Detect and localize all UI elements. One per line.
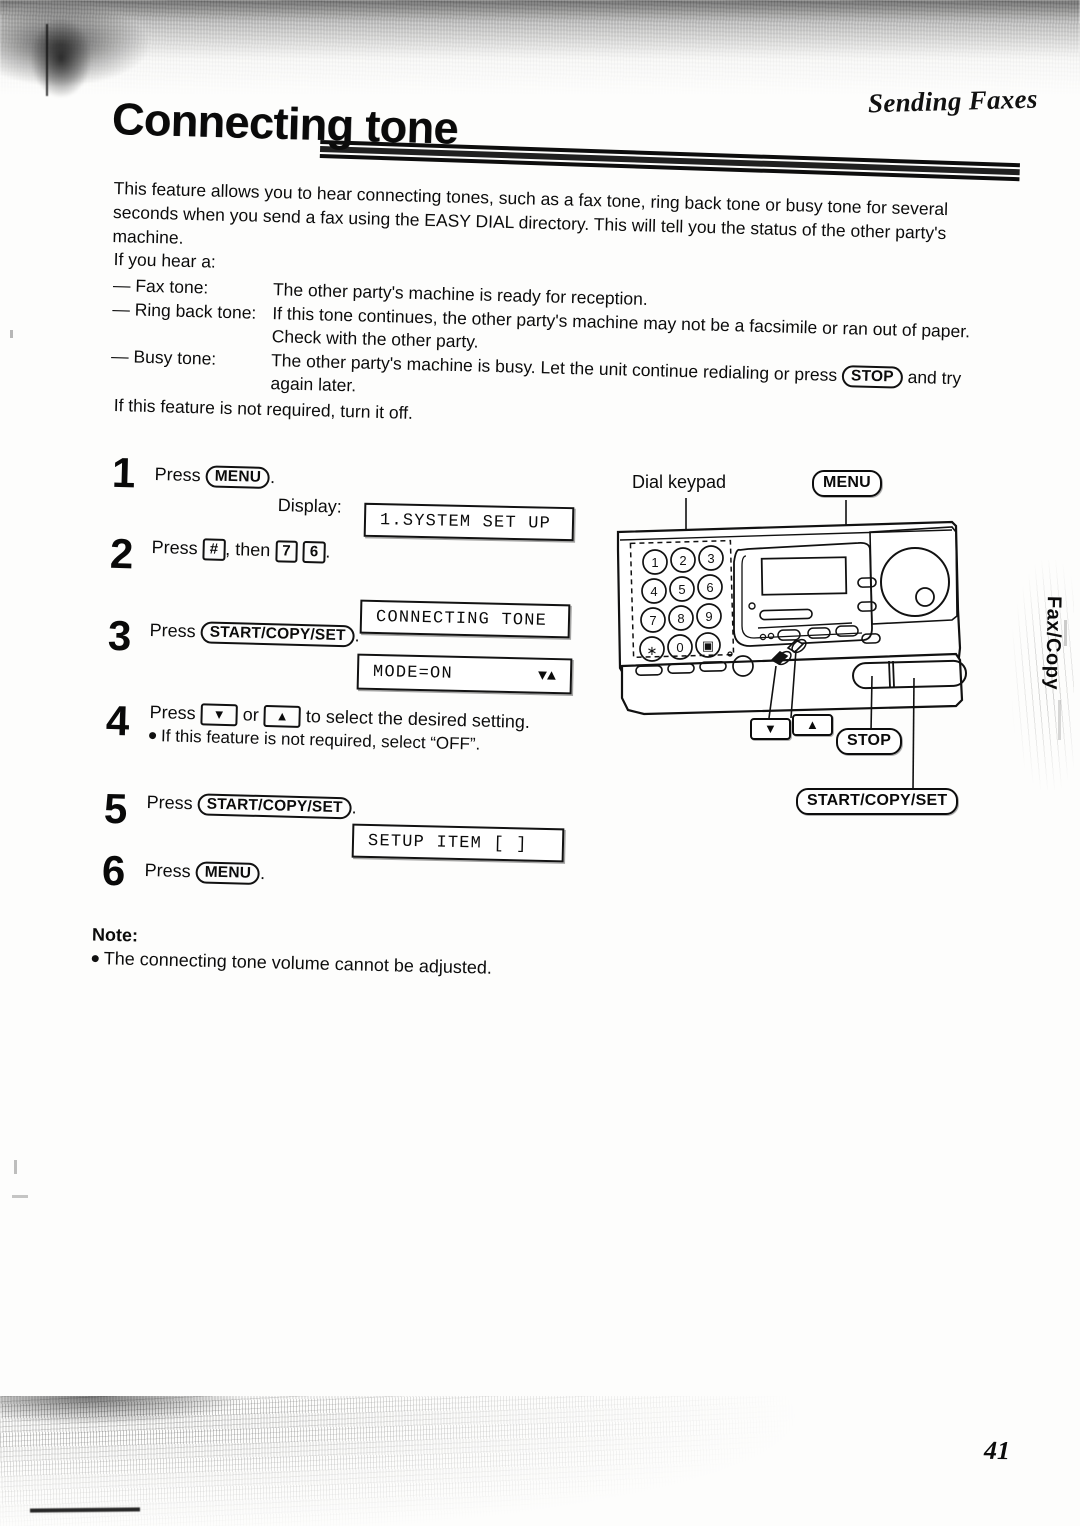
tone-label: — Fax tone: [112, 274, 209, 298]
lcd-text: MODE=ON [372, 662, 454, 684]
scan-bottom-bar-artifact [29, 1507, 141, 1513]
menu-key[interactable]: MENU [205, 465, 271, 490]
note-heading: Note: [91, 924, 139, 946]
period: . [354, 625, 360, 646]
step-text-3: Press START/COPY/SET. [149, 618, 360, 648]
svg-text:7: 7 [649, 613, 656, 628]
bullet-dot-icon [91, 954, 99, 963]
lcd-screen-4: SETUP ITEM [ ] [351, 823, 565, 863]
note-bullet: The connecting tone volume cannot be adj… [91, 948, 492, 979]
stop-key-inline[interactable]: STOP [841, 365, 904, 389]
tone-label: — Busy tone: [110, 345, 217, 369]
period: . [269, 467, 276, 488]
fax-machine-diagram: Dial keypad MENU 1 2 3 4 5 6 7 8 9 ∗ 0 ▣… [600, 470, 1030, 830]
tone-list: If you hear a: — Fax tone: The other par… [110, 248, 1023, 416]
svg-text:2: 2 [679, 553, 686, 568]
svg-text:3: 3 [707, 551, 714, 566]
menu-key[interactable]: MENU [195, 861, 261, 886]
svg-text:∗: ∗ [647, 643, 658, 658]
tone-desc-tail: and try [907, 366, 962, 389]
step-number-3: 3 [107, 611, 132, 660]
up-arrow-callout: ▲ [792, 714, 834, 736]
svg-text:9: 9 [705, 609, 712, 624]
press-word: Press [154, 463, 201, 486]
lcd-text: CONNECTING TONE [375, 607, 548, 631]
edge-fleck [1058, 700, 1061, 740]
or-word: or [242, 704, 260, 725]
step-number-6: 6 [101, 846, 126, 895]
step-number-2: 2 [109, 529, 134, 578]
manual-page: Sending Faxes Connecting tone This featu… [0, 0, 1080, 1526]
svg-text:5: 5 [678, 582, 685, 597]
press-word: Press [146, 791, 193, 814]
scan-noise-bottom-edge [0, 1396, 1080, 1526]
side-tab-fax-copy: Fax/Copy [1041, 595, 1065, 691]
scan-smudge-artifact [22, 8, 100, 108]
start-copy-set-key[interactable]: START/COPY/SET [197, 793, 352, 820]
page-number: 41 [983, 1435, 1011, 1466]
svg-text:8: 8 [677, 611, 684, 626]
lcd-text: 1.SYSTEM SET UP [379, 510, 552, 534]
press-word: Press [149, 701, 196, 724]
title-underline-rule [319, 140, 1020, 185]
step-number-5: 5 [103, 784, 128, 833]
svg-text:0: 0 [676, 640, 683, 655]
scan-noise-top-edge [0, 0, 1080, 95]
step-number-4: 4 [105, 696, 130, 745]
edge-fleck [10, 330, 13, 338]
step-text-4: Press ▼ or ▲ to select the desired setti… [148, 700, 531, 758]
tone-label: — Ring back tone: [112, 298, 257, 323]
hash-key[interactable]: # [202, 538, 226, 561]
edge-fleck [14, 1160, 17, 1174]
svg-text:1: 1 [651, 555, 658, 570]
period: . [351, 797, 357, 818]
edge-fleck [12, 1195, 28, 1198]
bullet-dot-icon [148, 731, 157, 740]
chapter-label: Sending Faxes [867, 83, 1039, 119]
digit-7-key[interactable]: 7 [274, 540, 299, 563]
start-copy-set-callout: START/COPY/SET [796, 788, 959, 815]
scan-smudge-streak [46, 24, 48, 96]
step-text-5: Press START/COPY/SET. [146, 790, 357, 820]
press-word: Press [151, 536, 198, 559]
step-text-6: Press MENU. [144, 858, 266, 886]
period: . [259, 863, 266, 884]
step2-mid: , then [224, 538, 271, 561]
lcd-screen-1: 1.SYSTEM SET UP [363, 502, 575, 542]
note-bullet-text: The connecting tone volume cannot be adj… [103, 948, 493, 978]
svg-text:▣: ▣ [702, 638, 714, 653]
edge-fleck [1064, 620, 1067, 646]
lcd-arrows: ▼▲ [537, 667, 557, 685]
start-copy-set-key[interactable]: START/COPY/SET [200, 621, 355, 648]
svg-text:4: 4 [650, 584, 657, 599]
tone-list-footer: If this feature is not required, turn it… [113, 395, 414, 423]
press-word: Press [144, 859, 191, 882]
lcd-text: SETUP ITEM [ ] [367, 831, 528, 855]
down-arrow-callout: ▼ [750, 718, 792, 740]
svg-text:6: 6 [706, 580, 713, 595]
up-arrow-key[interactable]: ▲ [263, 704, 302, 728]
step-text-2: Press #, then 7 6. [151, 535, 331, 564]
press-word: Press [149, 619, 196, 642]
stop-callout: STOP [836, 728, 903, 755]
step-number-1: 1 [111, 448, 136, 497]
lcd-screen-3: MODE=ON ▼▲ [356, 653, 573, 695]
fax-machine-illustration: 1 2 3 4 5 6 7 8 9 ∗ 0 ▣ [616, 498, 967, 791]
digit-6-key[interactable]: 6 [302, 540, 326, 564]
display-caption: Display: [277, 495, 343, 517]
lcd-screen-2: CONNECTING TONE [359, 599, 571, 639]
period: . [325, 541, 331, 562]
step-text-1: Press MENU. [154, 462, 276, 490]
down-arrow-key[interactable]: ▼ [200, 703, 239, 727]
